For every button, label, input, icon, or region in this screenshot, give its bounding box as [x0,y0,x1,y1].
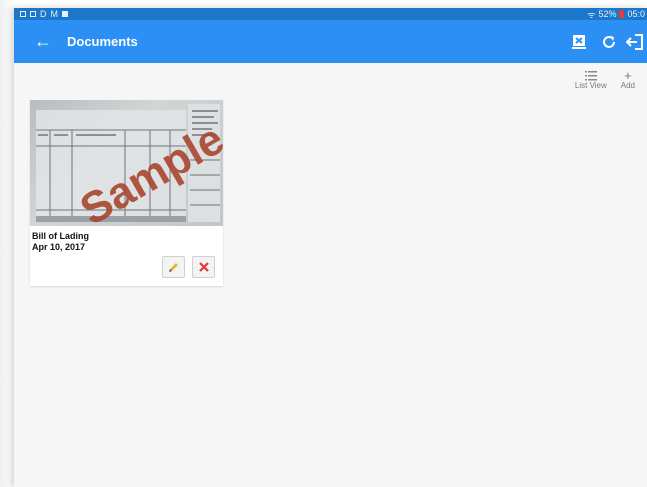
logout-icon[interactable] [625,32,645,52]
back-arrow-icon[interactable]: ← [34,20,52,63]
add-button[interactable]: + Add [620,68,635,90]
plus-icon: + [624,68,632,83]
pencil-icon [169,262,178,272]
status-bar: D M ᯤ 52% 05:0 [14,8,647,20]
document-preview-image: Sample [36,104,223,226]
battery-percent: 52% [598,9,617,19]
logout-icon-graphic [626,34,643,50]
status-right-icons: ᯤ 52% 05:0 [587,8,645,20]
list-view-button[interactable]: List View [575,71,607,90]
refresh-icon-graphic [603,36,615,48]
app-bar: ← Documents [14,20,647,63]
document-actions: List View + Add [575,68,635,90]
status-letter-m: M [50,9,59,19]
status-left-icons: D M [20,8,68,20]
wifi-icon: ᯤ [587,9,596,20]
top-edge [195,0,647,8]
edit-button[interactable] [162,256,185,278]
document-card[interactable]: Sample Bill of Lading Apr 10, 2017 [30,100,223,286]
clock: 05:0 [627,9,645,19]
app-window: D M ᯤ 52% 05:0 ← Documents List View + A… [14,8,647,487]
delete-button[interactable] [192,256,215,278]
battery-icon [619,10,625,18]
document-export-icon-graphic [572,34,586,49]
add-label: Add [620,81,635,90]
document-name: Bill of Lading [32,231,89,241]
document-thumbnail[interactable]: Sample [30,100,223,226]
background-margin [0,0,14,487]
list-icon [584,71,597,81]
page-title: Documents [67,34,138,49]
download-icon [62,11,68,17]
close-icon [198,262,209,272]
document-export-icon[interactable] [569,32,589,52]
refresh-icon[interactable] [599,32,619,52]
list-view-label: List View [574,81,607,90]
message-square-icon [30,11,36,17]
status-letter-d: D [40,9,47,19]
notification-square-icon [20,11,26,17]
document-date: Apr 10, 2017 [32,242,86,252]
